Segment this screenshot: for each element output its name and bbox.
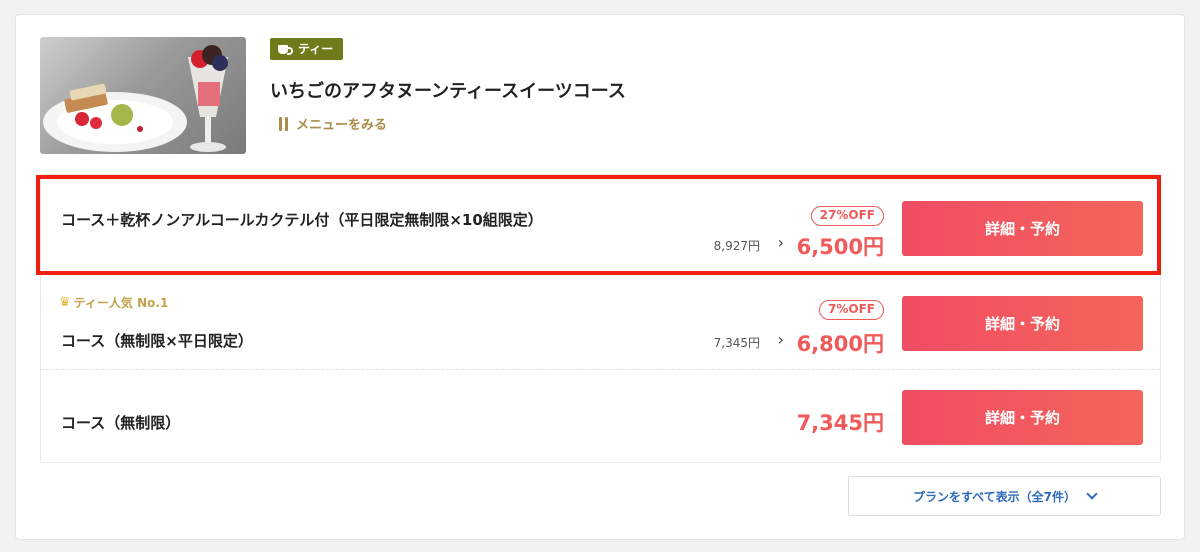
reserve-button[interactable]: 詳細・予約 — [902, 201, 1143, 256]
show-all-label: プランをすべて表示（全7件） — [912, 489, 1077, 504]
original-price: 8,927円 — [713, 239, 760, 253]
plan-name[interactable]: コース（無制限×平日限定） — [61, 328, 561, 354]
discount-badge: 27%OFF — [810, 206, 884, 226]
popular-label: ティー人気 No.1 — [73, 296, 169, 310]
discount-badge: 7%OFF — [819, 300, 884, 320]
category-badge: ティー — [270, 38, 344, 60]
sale-price: 6,500円 — [796, 235, 884, 259]
show-all-plans-button[interactable]: プランをすべて表示（全7件） — [848, 476, 1161, 516]
menu-link[interactable]: メニューをみる — [278, 114, 387, 133]
reserve-button[interactable]: 詳細・予約 — [902, 296, 1143, 351]
original-price: 7,345円 — [713, 336, 760, 350]
crown-icon: ♛ — [59, 295, 71, 310]
plan-row: ♛ ティー人気 No.1 コース（無制限×平日限定） 7%OFF 7,345円 … — [41, 274, 1160, 370]
plan-name[interactable]: コース（無制限） — [61, 410, 561, 436]
popular-badge: ♛ ティー人気 No.1 — [59, 294, 168, 311]
category-label: ティー — [298, 42, 334, 56]
sale-price: 6,800円 — [796, 332, 884, 356]
course-title[interactable]: いちごのアフタヌーンティースイーツコース — [270, 77, 626, 103]
cutlery-icon — [278, 116, 290, 131]
plan-row: コース＋乾杯ノンアルコールカクテル付（平日限定無制限×10組限定） 27%OFF… — [41, 177, 1160, 274]
menu-link-label: メニューをみる — [296, 118, 388, 133]
plan-name[interactable]: コース＋乾杯ノンアルコールカクテル付（平日限定無制限×10組限定） — [61, 207, 561, 233]
sale-price: 7,345円 — [796, 411, 884, 435]
chevron-down-icon — [1086, 487, 1098, 500]
chevron-right-icon: › — [777, 233, 784, 252]
course-image[interactable] — [40, 37, 246, 154]
chevron-right-icon: › — [777, 330, 784, 349]
reserve-button[interactable]: 詳細・予約 — [902, 390, 1143, 445]
cup-icon — [278, 44, 293, 55]
plan-list: コース＋乾杯ノンアルコールカクテル付（平日限定無制限×10組限定） 27%OFF… — [40, 174, 1161, 463]
plan-row: コース（無制限） 7,345円 詳細・予約 — [41, 370, 1160, 463]
